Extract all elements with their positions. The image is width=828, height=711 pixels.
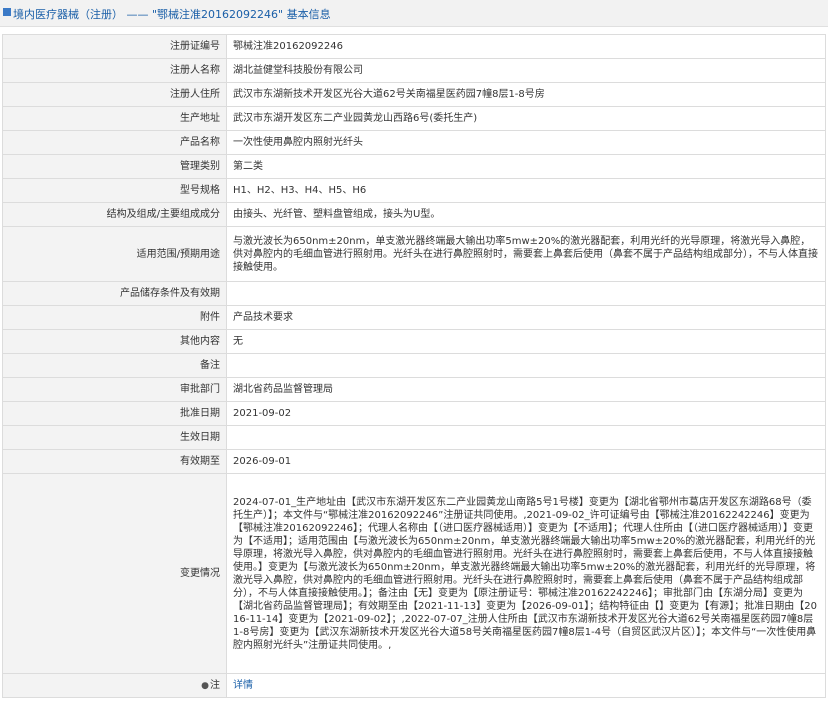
- table-row: 生产地址 武汉市东湖开发区东二产业园黄龙山西路6号(委托生产): [2, 106, 826, 131]
- table-row: 产品储存条件及有效期: [2, 281, 826, 306]
- table-row: 备注: [2, 353, 826, 378]
- row-label: 批准日期: [2, 401, 227, 426]
- row-label: 型号规格: [2, 178, 227, 203]
- row-value: H1、H2、H3、H4、H5、H6: [226, 178, 826, 203]
- device-info-table: 注册证编号 鄂械注准20162092246 注册人名称 湖北益健堂科技股份有限公…: [2, 34, 826, 698]
- row-label: 产品名称: [2, 130, 227, 155]
- row-label: 注册证编号: [2, 34, 227, 59]
- note-label: 注: [210, 679, 220, 691]
- row-label: 生产地址: [2, 106, 227, 131]
- row-value: 一次性使用鼻腔内照射光纤头: [226, 130, 826, 155]
- row-value: 武汉市东湖新技术开发区光谷大道62号关南福星医药园7幢8层1-8号房: [226, 82, 826, 107]
- row-value: 产品技术要求: [226, 305, 826, 330]
- page-title: 境内医疗器械（注册） —— "鄂械注准20162092246" 基本信息: [13, 8, 331, 21]
- table-row: 适用范围/预期用途 与激光波长为650nm±20nm，单支激光器终端最大输出功率…: [2, 226, 826, 282]
- row-label: 备注: [2, 353, 227, 378]
- table-row: ●注 详情: [2, 673, 826, 698]
- row-value: 武汉市东湖开发区东二产业园黄龙山西路6号(委托生产): [226, 106, 826, 131]
- row-label: 注册人住所: [2, 82, 227, 107]
- table-row: 注册人住所 武汉市东湖新技术开发区光谷大道62号关南福星医药园7幢8层1-8号房: [2, 82, 826, 107]
- table-row: 注册证编号 鄂械注准20162092246: [2, 34, 826, 59]
- table-row: 附件 产品技术要求: [2, 305, 826, 330]
- change-history-value: 2024-07-01_生产地址由【武汉市东湖开发区东二产业园黄龙山南路5号1号楼…: [226, 473, 826, 674]
- table-row: 其他内容 无: [2, 329, 826, 354]
- header-square-icon: [3, 8, 11, 16]
- table-row: 生效日期: [2, 425, 826, 450]
- row-label: 生效日期: [2, 425, 227, 450]
- row-value: 与激光波长为650nm±20nm，单支激光器终端最大输出功率5mw±20%的激光…: [226, 226, 826, 282]
- row-value: 湖北益健堂科技股份有限公司: [226, 58, 826, 83]
- row-value: [226, 425, 826, 450]
- row-value: 无: [226, 329, 826, 354]
- table-row: 审批部门 湖北省药品监督管理局: [2, 377, 826, 402]
- table-row: 变更情况 2024-07-01_生产地址由【武汉市东湖开发区东二产业园黄龙山南路…: [2, 473, 826, 674]
- row-value: 2021-09-02: [226, 401, 826, 426]
- row-label: 其他内容: [2, 329, 227, 354]
- table-row: 产品名称 一次性使用鼻腔内照射光纤头: [2, 130, 826, 155]
- row-value: 详情: [226, 673, 826, 698]
- row-label: ●注: [2, 673, 227, 698]
- table-row: 注册人名称 湖北益健堂科技股份有限公司: [2, 58, 826, 83]
- pin-icon: ●: [201, 680, 209, 691]
- row-value: 鄂械注准20162092246: [226, 34, 826, 59]
- row-value: 湖北省药品监督管理局: [226, 377, 826, 402]
- row-label: 变更情况: [2, 473, 227, 674]
- row-label: 注册人名称: [2, 58, 227, 83]
- row-label: 结构及组成/主要组成成分: [2, 202, 227, 227]
- row-label: 审批部门: [2, 377, 227, 402]
- row-label: 有效期至: [2, 449, 227, 474]
- table-row: 批准日期 2021-09-02: [2, 401, 826, 426]
- table-row: 有效期至 2026-09-01: [2, 449, 826, 474]
- row-label: 产品储存条件及有效期: [2, 281, 227, 306]
- row-value: [226, 353, 826, 378]
- table-row: 型号规格 H1、H2、H3、H4、H5、H6: [2, 178, 826, 203]
- row-label: 附件: [2, 305, 227, 330]
- details-link[interactable]: 详情: [233, 680, 253, 691]
- row-label: 管理类别: [2, 154, 227, 179]
- row-label: 适用范围/预期用途: [2, 226, 227, 282]
- row-value: 第二类: [226, 154, 826, 179]
- table-row: 管理类别 第二类: [2, 154, 826, 179]
- row-value: [226, 281, 826, 306]
- table-row: 结构及组成/主要组成成分 由接头、光纤管、塑料盘管组成，接头为U型。: [2, 202, 826, 227]
- row-value: 由接头、光纤管、塑料盘管组成，接头为U型。: [226, 202, 826, 227]
- page-header: 境内医疗器械（注册） —— "鄂械注准20162092246" 基本信息: [0, 0, 828, 27]
- row-value: 2026-09-01: [226, 449, 826, 474]
